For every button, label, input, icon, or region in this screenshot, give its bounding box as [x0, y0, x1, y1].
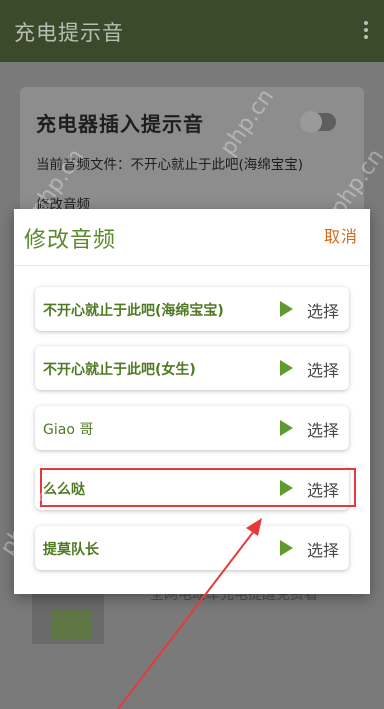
audio-option[interactable]: 么么哒 选择 [35, 466, 349, 510]
app-bar: 充电提示音 [0, 0, 384, 62]
audio-option-name: Giao 哥 [43, 422, 94, 438]
select-button[interactable]: 选择 [307, 357, 339, 381]
dialog-divider [14, 265, 370, 266]
play-icon[interactable] [280, 480, 293, 496]
audio-option[interactable]: 提莫队长 选择 [35, 526, 349, 570]
change-audio-dialog: 修改音频 取消 不开心就止于此吧(海绵宝宝) 选择 不开心就止于此吧(女生) 选… [14, 209, 370, 594]
audio-option-name: 不开心就止于此吧(海绵宝宝) [43, 303, 224, 319]
select-button[interactable]: 选择 [307, 298, 339, 322]
dialog-title: 修改音频 [24, 228, 117, 253]
audio-option-name: 提莫队长 [43, 542, 99, 558]
card-title: 充电器插入提示音 [36, 112, 204, 136]
app-title: 充电提示音 [14, 21, 124, 45]
select-button[interactable]: 选择 [307, 537, 339, 561]
play-icon[interactable] [280, 301, 293, 317]
play-icon[interactable] [280, 420, 293, 436]
cancel-button[interactable]: 取消 [324, 223, 358, 247]
audio-option[interactable]: 不开心就止于此吧(女生) 选择 [35, 346, 349, 390]
charger-sound-toggle[interactable] [300, 111, 336, 133]
play-icon[interactable] [280, 360, 293, 376]
audio-option[interactable]: Giao 哥 选择 [35, 406, 349, 450]
select-button[interactable]: 选择 [307, 477, 339, 501]
audio-option-name: 么么哒 [43, 482, 85, 498]
audio-option-name: 不开心就止于此吧(女生) [43, 362, 196, 378]
current-audio-file: 当前音频文件：不开心就止于此吧(海绵宝宝) [36, 157, 304, 173]
audio-option[interactable]: 不开心就止于此吧(海绵宝宝) 选择 [35, 287, 349, 331]
play-icon[interactable] [280, 540, 293, 556]
select-button[interactable]: 选择 [307, 417, 339, 441]
more-vert-icon[interactable] [364, 21, 368, 39]
